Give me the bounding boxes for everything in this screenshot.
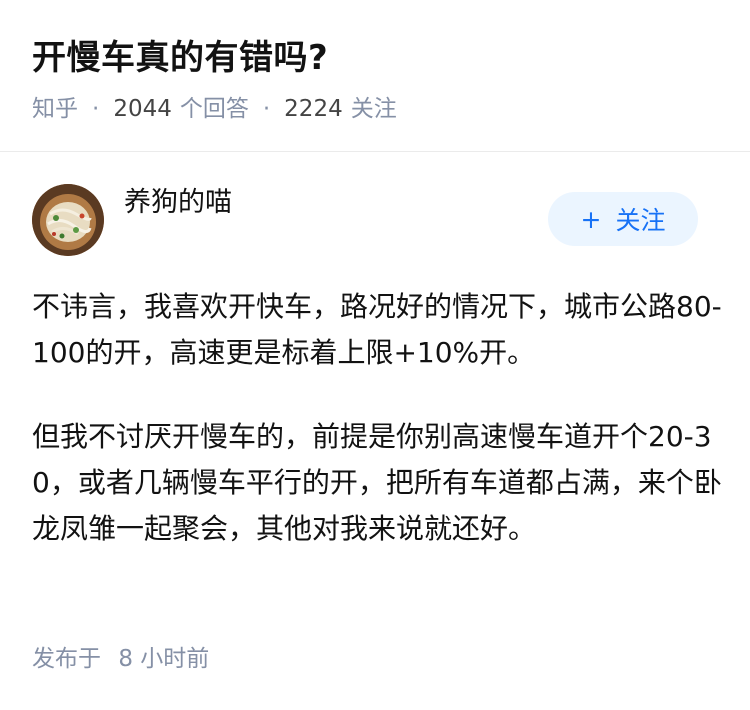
follow-button-label: 关注 — [615, 206, 666, 235]
follow-button[interactable]: + 关注 — [548, 192, 698, 246]
answer-count-label[interactable]: 个回答 — [180, 94, 249, 124]
author-row: 养狗的喵 + 关注 — [32, 184, 698, 256]
answer-count[interactable]: 2044 — [113, 94, 172, 124]
noodle-dish-icon — [32, 184, 104, 256]
source-label[interactable]: 知乎 — [32, 94, 78, 124]
published-num: 8 — [118, 646, 133, 672]
question-header: 开慢车真的有错吗? 知乎 · 2044 个回答 · 2224 关注 — [32, 34, 718, 124]
follower-count: 2224 — [284, 96, 343, 122]
meta-separator: · — [262, 96, 271, 122]
answer-paragraph: 但我不讨厌开慢车的，前提是你别高速慢车道开个20-30，或者几辆慢车平行的开，把… — [32, 420, 722, 545]
follower-count-label: 关注 — [350, 96, 397, 122]
meta-separator: · — [92, 96, 100, 122]
published-unit: 小时前 — [140, 646, 210, 672]
answer-paragraph: 不讳言，我喜欢开快车，路况好的情况下，城市公路80-100的开，高速更是标着上限… — [32, 290, 722, 369]
publish-time: 发布于 8 小时前 — [32, 644, 209, 674]
answer-content: 不讳言，我喜欢开快车，路况好的情况下，城市公路80-100的开，高速更是标着上限… — [32, 284, 722, 590]
plus-icon: + — [580, 204, 602, 234]
question-title[interactable]: 开慢车真的有错吗? — [32, 34, 718, 82]
question-meta: 知乎 · 2044 个回答 · 2224 关注 — [32, 94, 718, 124]
header-divider — [0, 151, 750, 152]
published-label: 发布于 — [32, 646, 101, 672]
avatar[interactable] — [32, 184, 104, 256]
author-name[interactable]: 养狗的喵 — [124, 185, 232, 221]
